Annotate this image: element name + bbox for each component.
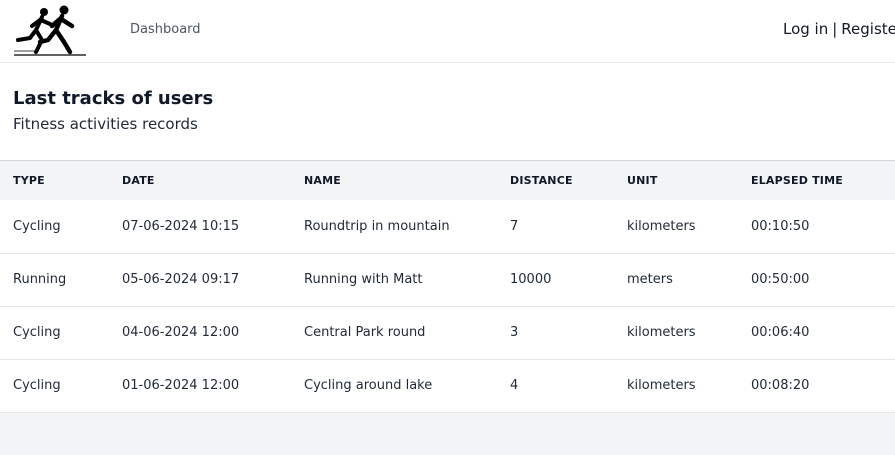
auth-separator: |	[832, 20, 838, 38]
cell-date: 05-06-2024 09:17	[122, 272, 240, 287]
auth-links: Log in|Register	[783, 20, 895, 38]
cell-distance: 4	[510, 378, 519, 393]
cell-date: 04-06-2024 12:00	[122, 325, 240, 340]
cell-distance: 3	[510, 325, 519, 340]
column-header-date: DATE	[122, 174, 155, 187]
cell-elapsed-time: 00:10:50	[751, 218, 810, 234]
column-header-elapsed-time: ELAPSED TIME	[751, 174, 843, 187]
column-header-name: NAME	[304, 174, 341, 187]
page-subtitle: Fitness activities records	[13, 115, 198, 133]
cell-elapsed-time: 00:06:40	[751, 325, 810, 340]
column-header-unit: UNIT	[627, 174, 658, 187]
cell-unit: kilometers	[627, 378, 696, 393]
table-row: Cycling 04-06-2024 12:00 Central Park ro…	[0, 306, 895, 359]
cell-unit: kilometers	[627, 218, 696, 234]
table-row: Cycling 01-06-2024 12:00 Cycling around …	[0, 359, 895, 412]
cell-name: Cycling around lake	[304, 378, 433, 393]
table-row: Cycling 07-06-2024 10:15 Roundtrip in mo…	[0, 200, 895, 253]
cell-unit: meters	[627, 272, 673, 287]
column-header-distance: DISTANCE	[510, 174, 573, 187]
cell-name: Running with Matt	[304, 272, 423, 287]
login-link[interactable]: Log in	[783, 20, 828, 38]
table-row: Running 05-06-2024 09:17 Running with Ma…	[0, 253, 895, 306]
nav-dashboard-link[interactable]: Dashboard	[130, 22, 201, 37]
cell-distance: 10000	[510, 272, 552, 287]
runners-logo-icon[interactable]	[12, 4, 88, 58]
cell-date: 01-06-2024 12:00	[122, 378, 240, 393]
cell-elapsed-time: 00:50:00	[751, 272, 810, 287]
cell-name: Central Park round	[304, 325, 426, 340]
page-header: Last tracks of users Fitness activities …	[0, 63, 895, 160]
table-header-row: TYPE DATE NAME DISTANCE UNIT ELAPSED TIM…	[0, 161, 895, 200]
cell-elapsed-time: 00:08:20	[751, 378, 810, 393]
cell-unit: kilometers	[627, 325, 696, 340]
cell-type: Cycling	[13, 218, 61, 234]
tracks-table: TYPE DATE NAME DISTANCE UNIT ELAPSED TIM…	[0, 161, 895, 413]
cell-name: Roundtrip in mountain	[304, 218, 450, 234]
cell-type: Running	[13, 272, 67, 287]
register-link[interactable]: Register	[841, 20, 895, 38]
navbar: Dashboard Log in|Register	[0, 0, 895, 63]
cell-distance: 7	[510, 218, 519, 234]
column-header-type: TYPE	[13, 174, 45, 187]
page-title: Last tracks of users	[13, 88, 214, 109]
tracks-table-container: TYPE DATE NAME DISTANCE UNIT ELAPSED TIM…	[0, 160, 895, 413]
cell-type: Cycling	[13, 325, 61, 340]
cell-type: Cycling	[13, 378, 61, 393]
cell-date: 07-06-2024 10:15	[122, 218, 240, 234]
